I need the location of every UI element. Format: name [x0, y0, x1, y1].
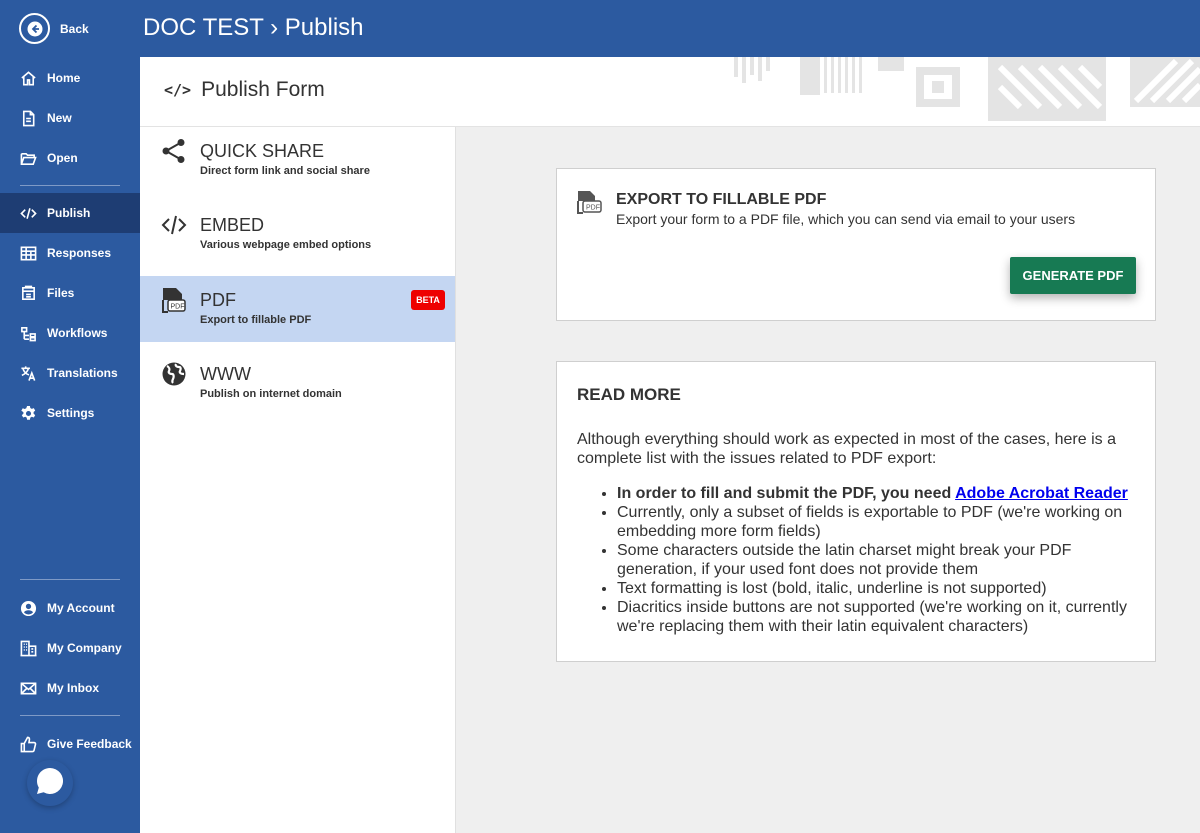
method-title: PDF	[200, 290, 236, 310]
nav-item-label: Workflows	[47, 326, 108, 340]
method-pdf[interactable]: PDF PDF Export to fillable PDF BETA	[140, 276, 455, 342]
export-card-subtitle: Export your form to a PDF file, which yo…	[616, 211, 1076, 227]
code-icon: </>	[164, 81, 192, 99]
list-item: Currently, only a subset of fields is ex…	[617, 503, 1142, 541]
nav-divider	[20, 185, 120, 186]
publish-methods-list: QUICK SHARE Direct form link and social …	[140, 127, 456, 833]
method-subtitle: Publish on internet domain	[200, 388, 342, 400]
list-item: Some characters outside the latin charse…	[617, 541, 1142, 579]
nav-divider	[20, 579, 120, 580]
pdf-file-icon: PDF	[577, 190, 603, 219]
pdf-file-icon: PDF	[160, 286, 188, 314]
list-item-text: In order to fill and submit the PDF, you…	[617, 485, 956, 502]
nav-item-open[interactable]: Open	[0, 138, 140, 178]
read-more-intro: Although everything should work as expec…	[577, 431, 1116, 467]
responses-table-icon	[19, 244, 37, 262]
nav-item-label: New	[47, 111, 72, 125]
export-pdf-card: PDF EXPORT TO FILLABLE PDF Export your f…	[556, 168, 1156, 321]
nav-item-responses[interactable]: Responses	[0, 233, 140, 273]
share-icon	[160, 137, 188, 165]
workflow-icon	[19, 324, 37, 342]
issues-list: In order to fill and submit the PDF, you…	[617, 484, 1142, 636]
nav-item-home[interactable]: Home	[0, 58, 140, 98]
method-title: WWW	[200, 364, 251, 384]
nav-item-settings[interactable]: Settings	[0, 393, 140, 433]
files-icon	[19, 284, 37, 302]
decorative-pattern-icon	[734, 57, 1200, 121]
method-www[interactable]: WWW Publish on internet domain	[140, 350, 455, 416]
page-title: Publish Form	[201, 78, 325, 101]
left-sidebar: Back Home New Open Publish Responses Fil…	[0, 0, 140, 833]
nav-item-label: My Account	[47, 601, 115, 615]
nav-item-label: My Inbox	[47, 681, 100, 695]
thumbs-up-icon	[19, 735, 37, 753]
list-item: Text formatting is lost (bold, italic, u…	[617, 579, 1142, 598]
list-item: In order to fill and submit the PDF, you…	[617, 484, 1142, 503]
nav-item-publish[interactable]: Publish	[0, 193, 140, 233]
folder-open-icon	[19, 149, 37, 167]
list-item: Diacritics inside buttons are not suppor…	[617, 598, 1142, 636]
adobe-acrobat-reader-link[interactable]: Adobe Acrobat Reader	[955, 485, 1128, 502]
chat-bubble-icon	[35, 766, 65, 801]
back-label: Back	[60, 21, 89, 36]
translate-icon	[19, 364, 37, 382]
nav-item-give-feedback[interactable]: Give Feedback	[0, 724, 140, 764]
new-file-icon	[19, 109, 37, 127]
method-embed[interactable]: EMBED Various webpage embed options	[140, 201, 455, 267]
nav-item-label: Settings	[47, 406, 95, 420]
back-button[interactable]: Back	[19, 13, 89, 44]
chat-launcher-button[interactable]	[27, 760, 73, 806]
nav-item-label: Home	[47, 71, 81, 85]
home-icon	[19, 69, 37, 87]
svg-text:PDF: PDF	[171, 304, 185, 311]
nav-item-label: Responses	[47, 246, 112, 260]
mail-icon	[19, 679, 37, 697]
page-breadcrumb: DOC TEST › Publish	[143, 14, 364, 41]
nav-item-label: Open	[47, 151, 78, 165]
back-arrow-icon	[19, 13, 50, 44]
company-icon	[19, 639, 37, 657]
nav-item-label: My Company	[47, 641, 122, 655]
beta-badge: BETA	[411, 290, 445, 310]
top-header: DOC TEST › Publish	[140, 0, 1200, 57]
svg-text:PDF: PDF	[586, 205, 600, 212]
method-title: QUICK SHARE	[200, 141, 325, 161]
nav-item-label: Publish	[47, 206, 91, 220]
method-subtitle: Various webpage embed options	[200, 239, 372, 251]
read-more-title: READ MORE	[577, 385, 681, 404]
nav-divider	[20, 715, 120, 716]
nav-item-new[interactable]: New	[0, 98, 140, 138]
code-icon	[19, 204, 37, 222]
nav-item-my-inbox[interactable]: My Inbox	[0, 668, 140, 708]
nav-item-label: Give Feedback	[47, 737, 132, 751]
app: Back Home New Open Publish Responses Fil…	[0, 0, 1200, 833]
nav-item-label: Files	[47, 286, 75, 300]
method-quick-share[interactable]: QUICK SHARE Direct form link and social …	[140, 127, 455, 193]
generate-pdf-button[interactable]: GENERATE PDF	[1010, 257, 1136, 294]
globe-icon	[160, 360, 188, 388]
read-more-card: READ MORE Although everything should wor…	[556, 361, 1156, 662]
nav-item-workflows[interactable]: Workflows	[0, 313, 140, 353]
nav-item-translations[interactable]: Translations	[0, 353, 140, 393]
method-title: EMBED	[200, 215, 265, 235]
user-icon	[19, 599, 37, 617]
nav-item-files[interactable]: Files	[0, 273, 140, 313]
nav-item-label: Translations	[47, 366, 118, 380]
gear-icon	[19, 404, 37, 422]
export-card-title: EXPORT TO FILLABLE PDF	[616, 191, 827, 208]
method-subtitle: Direct form link and social share	[200, 165, 370, 177]
subheader: </> Publish Form	[140, 57, 1200, 127]
method-subtitle: Export to fillable PDF	[200, 314, 312, 326]
nav-item-my-company[interactable]: My Company	[0, 628, 140, 668]
nav-item-my-account[interactable]: My Account	[0, 588, 140, 628]
code-icon	[160, 211, 188, 239]
